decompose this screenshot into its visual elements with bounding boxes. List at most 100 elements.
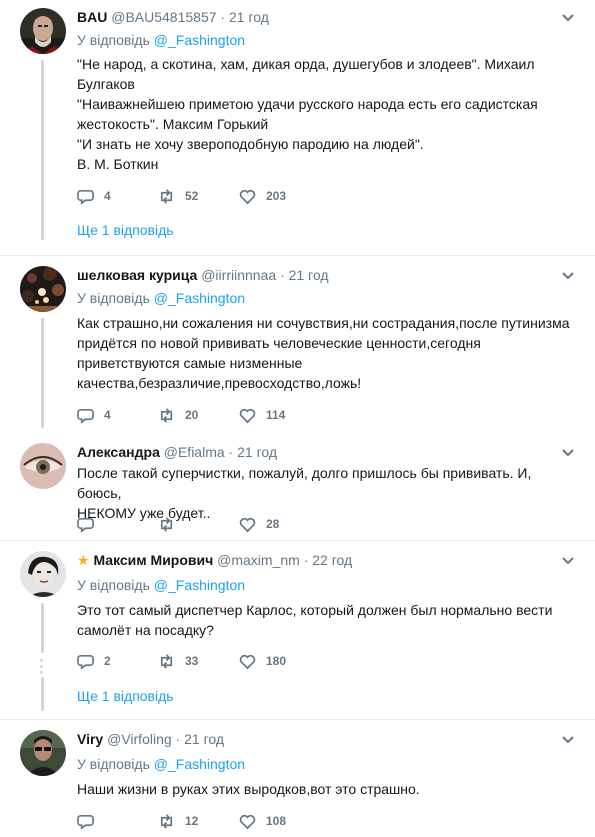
like-count: 28 (266, 517, 280, 531)
tweet-text: Наши жизни в руках этих выродков,вот это… (77, 779, 577, 799)
heart-icon (239, 814, 256, 829)
chevron-down-icon (562, 557, 574, 565)
author-name[interactable]: Максим Мирович (93, 552, 213, 568)
reply-prefix: У відповідь (77, 32, 150, 48)
reply-context: У відповідь @_Fashington (77, 289, 245, 307)
reply-button[interactable]: 2 (77, 651, 111, 671)
retweet-count: 20 (185, 408, 199, 422)
avatar[interactable] (20, 443, 66, 489)
like-button[interactable]: 28 (239, 514, 279, 534)
tweet-text-line: качества,безразличие,превосходство,ложь! (77, 375, 362, 391)
reply-button[interactable]: 4 (77, 186, 111, 206)
tweet-text-line: Булгаков (77, 76, 135, 92)
like-button[interactable]: 108 (239, 811, 286, 831)
reply-context: У відповідь @_Fashington (77, 576, 245, 594)
retweet-button[interactable] (158, 514, 185, 534)
tweet-text-line: Наши жизни в руках этих выродков,вот это… (77, 781, 420, 797)
chevron-down-icon (562, 14, 574, 22)
tweet-menu-button[interactable] (561, 732, 575, 746)
reply-icon (77, 654, 94, 670)
tweet-text: Как страшно,ни сожаления ни сочувствия,н… (77, 313, 577, 393)
author-name[interactable]: шелковая курица (77, 267, 197, 283)
tweet-viry[interactable]: Viry @Virfoling · 21 год У відповідь @_F… (0, 720, 595, 837)
tweet-header: BAU @BAU54815857 · 21 год (77, 8, 269, 26)
reply-prefix: У відповідь (77, 756, 150, 772)
author-handle[interactable]: @Efialma (164, 444, 225, 460)
tweet-header: шелковая курица @iirriinnnaa · 21 год (77, 266, 329, 284)
timestamp[interactable]: 21 год (237, 444, 277, 460)
chevron-down-icon (562, 736, 574, 744)
reply-mention-link[interactable]: @_Fashington (154, 32, 245, 48)
reply-button[interactable]: 4 (77, 405, 111, 425)
reply-count: 2 (104, 654, 111, 668)
heart-icon (239, 654, 256, 669)
avatar[interactable] (20, 8, 66, 54)
heart-icon (239, 517, 256, 532)
timestamp[interactable]: 21 год (184, 731, 224, 747)
thread-line (41, 318, 44, 428)
retweet-button[interactable]: 12 (158, 811, 198, 831)
reply-icon (77, 517, 94, 533)
reply-mention-link[interactable]: @_Fashington (154, 577, 245, 593)
heart-icon (239, 408, 256, 423)
reply-button[interactable] (77, 514, 104, 534)
tweet-actions: 28 (77, 514, 477, 534)
tweet-text: Это тот самый диспетчер Карлос, который … (77, 600, 577, 640)
tweet-menu-button[interactable] (561, 268, 575, 282)
reply-context: У відповідь @_Fashington (77, 755, 245, 773)
like-button[interactable]: 180 (239, 651, 286, 671)
reply-icon (77, 189, 94, 205)
timestamp[interactable]: 21 год (229, 9, 269, 25)
author-handle[interactable]: @maxim_nm (217, 552, 300, 568)
retweet-button[interactable]: 20 (158, 405, 198, 425)
tweet-alexandra[interactable]: Александра @Efialma · 21 год После такой… (0, 433, 595, 540)
avatar[interactable] (20, 730, 66, 776)
retweet-count: 33 (185, 654, 199, 668)
like-count: 108 (266, 814, 287, 828)
tweet-silk-chicken[interactable]: шелковая курица @iirriinnnaa · 21 год У … (0, 256, 595, 430)
show-more-replies-link[interactable]: Ще 1 відповідь (77, 688, 174, 704)
tweet-text-line: самолёт на посадку? (77, 622, 214, 638)
tweet-menu-button[interactable] (561, 553, 575, 567)
author-name[interactable]: Viry (77, 731, 103, 747)
tweet-feed: BAU @BAU54815857 · 21 год У відповідь @_… (0, 0, 595, 837)
tweet-header: ★ Максим Мирович @maxim_nm · 22 год (77, 551, 352, 569)
avatar[interactable] (20, 551, 66, 597)
separator-dot: · (303, 552, 309, 568)
separator-dot: · (228, 444, 234, 460)
tweet-bau[interactable]: BAU @BAU54815857 · 21 год У відповідь @_… (0, 0, 595, 255)
tweet-menu-button[interactable] (561, 10, 575, 24)
like-button[interactable]: 203 (239, 186, 286, 206)
tweet-text-line: После такой суперчистки, пожалуй, долго … (77, 465, 532, 501)
author-handle[interactable]: @BAU54815857 (111, 9, 216, 25)
tweet-menu-button[interactable] (561, 445, 575, 459)
author-handle[interactable]: @Virfoling (107, 731, 172, 747)
like-count: 114 (266, 408, 286, 422)
reply-prefix: У відповідь (77, 290, 150, 306)
tweet-text-line: Как страшно,ни сожаления ни сочувствия,н… (77, 315, 570, 331)
retweet-button[interactable]: 52 (158, 186, 198, 206)
timestamp[interactable]: 21 год (289, 267, 329, 283)
author-name[interactable]: BAU (77, 9, 107, 25)
tweet-actions: 2 33 180 (77, 651, 477, 671)
reply-mention-link[interactable]: @_Fashington (154, 756, 245, 772)
retweet-icon (160, 813, 173, 829)
tweet-text-line: "Наиважнейшею приметою удачи русского на… (77, 96, 538, 112)
author-name[interactable]: Александра (77, 444, 160, 460)
tweet-maxim-mirovich[interactable]: ★ Максим Мирович @maxim_nm · 22 год У ві… (0, 541, 595, 719)
retweet-count: 52 (185, 189, 199, 203)
tweet-text: "Не народ, а скотина, хам, дикая орда, д… (77, 54, 577, 174)
show-more-replies-link[interactable]: Ще 1 відповідь (77, 222, 174, 238)
timestamp[interactable]: 22 год (312, 552, 352, 568)
reply-mention-link[interactable]: @_Fashington (154, 290, 245, 306)
tweet-text-line: "И знать не хочу звероподобную пародию н… (77, 136, 424, 152)
author-handle[interactable]: @iirriinnnaa (201, 267, 276, 283)
like-button[interactable]: 114 (239, 405, 285, 425)
avatar[interactable] (20, 266, 66, 312)
like-count: 203 (266, 189, 287, 203)
retweet-button[interactable]: 33 (158, 651, 198, 671)
thread-line (41, 603, 44, 653)
reply-button[interactable] (77, 811, 104, 831)
reply-count: 4 (104, 189, 111, 203)
tweet-actions: 4 52 203 (77, 186, 477, 206)
